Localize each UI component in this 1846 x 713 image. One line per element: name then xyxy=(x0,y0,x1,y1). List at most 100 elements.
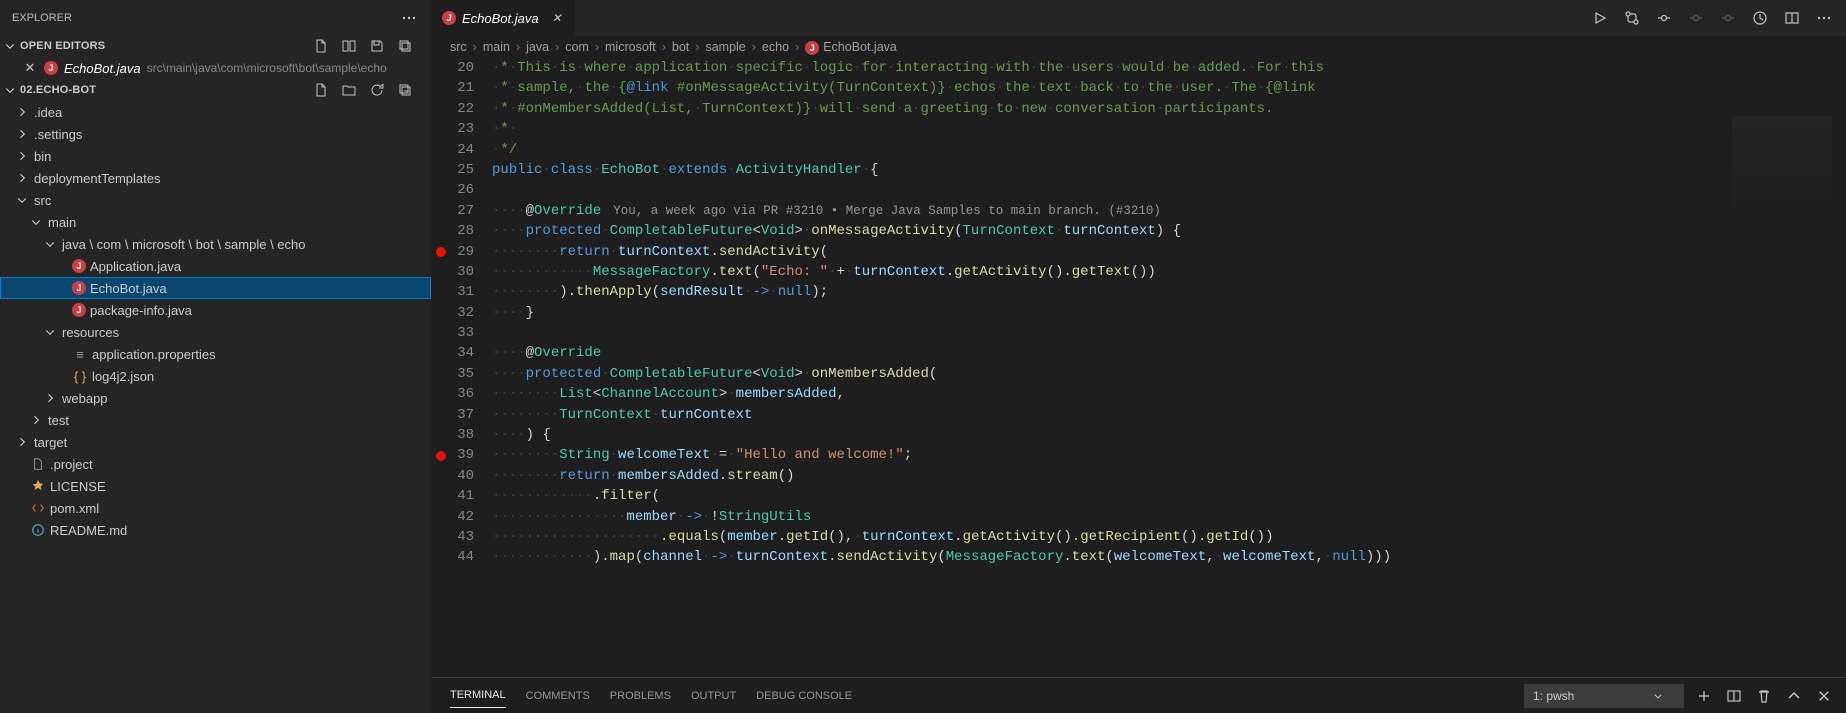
line-number[interactable]: 42 xyxy=(432,507,474,527)
split-editor-icon[interactable] xyxy=(1782,8,1802,28)
collapse-all-icon[interactable] xyxy=(395,80,415,100)
new-file-icon[interactable] xyxy=(311,36,331,56)
file-log4j2-json[interactable]: { }log4j2.json xyxy=(0,365,431,387)
folder-deploymenttemplates[interactable]: deploymentTemplates xyxy=(0,167,431,189)
save-all-icon[interactable] xyxy=(367,36,387,56)
panel-tab-debug-console[interactable]: DEBUG CONSOLE xyxy=(756,684,852,708)
line-number[interactable]: 36 xyxy=(432,384,474,404)
line-number[interactable]: 24 xyxy=(432,140,474,160)
terminal-selector[interactable]: 1: pwsh xyxy=(1524,684,1684,708)
panel-tab-problems[interactable]: PROBLEMS xyxy=(610,684,671,708)
line-number[interactable]: 33 xyxy=(432,323,474,343)
folder-test[interactable]: test xyxy=(0,409,431,431)
code-line[interactable]: ········return·membersAdded.stream() xyxy=(492,466,1846,486)
breadcrumb-segment[interactable]: sample xyxy=(705,40,745,54)
breadcrumb-segment[interactable]: JEchoBot.java xyxy=(805,40,897,55)
file-echobot-java[interactable]: JEchoBot.java xyxy=(0,277,431,299)
code-line[interactable]: ····protected·CompletableFuture<Void>·on… xyxy=(492,221,1846,241)
code-line[interactable]: ········List<ChannelAccount>·membersAdde… xyxy=(492,384,1846,404)
file-license[interactable]: LICENSE xyxy=(0,475,431,497)
explorer-more-icon[interactable] xyxy=(399,8,419,28)
file-application-java[interactable]: JApplication.java xyxy=(0,255,431,277)
more-icon[interactable] xyxy=(1814,8,1834,28)
line-number[interactable]: 27 xyxy=(432,201,474,221)
folder-bin[interactable]: bin xyxy=(0,145,431,167)
editor-code[interactable]: ·*·This·is·where·application·specific·lo… xyxy=(492,58,1846,677)
line-number[interactable]: 32 xyxy=(432,303,474,323)
line-number[interactable]: 22 xyxy=(432,99,474,119)
refresh-icon[interactable] xyxy=(367,80,387,100)
file-pom-xml[interactable]: pom.xml xyxy=(0,497,431,519)
line-number[interactable]: 43 xyxy=(432,527,474,547)
code-line[interactable]: ·*·sample,·the·{@link #onMessageActivity… xyxy=(492,78,1846,98)
next-change-icon[interactable] xyxy=(1718,8,1738,28)
java-ext-icon[interactable] xyxy=(1750,8,1770,28)
line-number[interactable]: 26 xyxy=(432,180,474,200)
code-line[interactable]: ············MessageFactory.text("Echo: "… xyxy=(492,262,1846,282)
code-line[interactable]: ················member·->·!StringUtils xyxy=(492,507,1846,527)
folder-resources[interactable]: resources xyxy=(0,321,431,343)
code-line[interactable]: ····@Override xyxy=(492,343,1846,363)
breadcrumb-segment[interactable]: bot xyxy=(672,40,689,54)
close-icon[interactable]: ✕ xyxy=(549,11,565,25)
line-number[interactable]: 37 xyxy=(432,405,474,425)
breakpoint-icon[interactable] xyxy=(436,247,446,257)
folder-java-com-microsoft-bot-sample-echo[interactable]: java \ com \ microsoft \ bot \ sample \ … xyxy=(0,233,431,255)
open-editor-item[interactable]: ✕ J EchoBot.java src\main\java\com\micro… xyxy=(0,57,431,79)
project-header[interactable]: 02.ECHO-BOT xyxy=(0,79,431,101)
new-file-icon[interactable] xyxy=(311,80,331,100)
open-editors-header[interactable]: OPEN EDITORS xyxy=(0,35,431,57)
code-line[interactable]: ····@OverrideYou, a week ago via PR #321… xyxy=(492,201,1846,221)
breadcrumb-segment[interactable]: microsoft xyxy=(605,40,656,54)
split-terminal-icon[interactable] xyxy=(1724,686,1744,706)
file--project[interactable]: .project xyxy=(0,453,431,475)
code-editor[interactable]: 2021222324252627282930313233343536373839… xyxy=(432,58,1846,677)
maximize-panel-icon[interactable] xyxy=(1784,686,1804,706)
line-number[interactable]: 25 xyxy=(432,160,474,180)
folder-main[interactable]: main xyxy=(0,211,431,233)
code-line[interactable] xyxy=(492,323,1846,343)
new-terminal-icon[interactable] xyxy=(1694,686,1714,706)
folder-src[interactable]: src xyxy=(0,189,431,211)
close-all-icon[interactable] xyxy=(395,36,415,56)
line-number[interactable]: 28 xyxy=(432,221,474,241)
folder--settings[interactable]: .settings xyxy=(0,123,431,145)
breadcrumb-segment[interactable]: com xyxy=(565,40,589,54)
code-line[interactable]: ····} xyxy=(492,303,1846,323)
folder-target[interactable]: target xyxy=(0,431,431,453)
line-number[interactable]: 38 xyxy=(432,425,474,445)
line-number[interactable]: 40 xyxy=(432,466,474,486)
prev-change-icon[interactable] xyxy=(1686,8,1706,28)
code-line[interactable]: ········).thenApply(sendResult·->·null); xyxy=(492,282,1846,302)
tab-echobot[interactable]: J EchoBot.java ✕ xyxy=(432,0,576,36)
close-panel-icon[interactable] xyxy=(1814,686,1834,706)
breadcrumb-segment[interactable]: main xyxy=(483,40,510,54)
code-line[interactable]: ·*/ xyxy=(492,140,1846,160)
breakpoint-icon[interactable] xyxy=(436,451,446,461)
folder-webapp[interactable]: webapp xyxy=(0,387,431,409)
file-readme-md[interactable]: README.md xyxy=(0,519,431,541)
code-line[interactable]: ·*·#onMembersAdded(List,·TurnContext)}·w… xyxy=(492,99,1846,119)
line-number[interactable]: 41 xyxy=(432,486,474,506)
code-line[interactable]: ········TurnContext·turnContext xyxy=(492,405,1846,425)
code-line[interactable]: ········String·welcomeText·=·"Hello and … xyxy=(492,445,1846,465)
line-number[interactable]: 35 xyxy=(432,364,474,384)
code-line[interactable]: ············).map(channel·->·turnContext… xyxy=(492,547,1846,567)
code-line[interactable]: ·*· xyxy=(492,119,1846,139)
line-number[interactable]: 39 xyxy=(432,445,474,465)
line-number[interactable]: 29 xyxy=(432,242,474,262)
code-line[interactable]: ····) { xyxy=(492,425,1846,445)
code-line[interactable] xyxy=(492,180,1846,200)
code-line[interactable]: ·*·This·is·where·application·specific·lo… xyxy=(492,58,1846,78)
breadcrumb[interactable]: src›main›java›com›microsoft›bot›sample›e… xyxy=(432,36,1846,58)
file-package-info-java[interactable]: Jpackage-info.java xyxy=(0,299,431,321)
code-line[interactable]: public·class·EchoBot·extends·ActivityHan… xyxy=(492,160,1846,180)
panel-tab-output[interactable]: OUTPUT xyxy=(691,684,736,708)
close-icon[interactable]: ✕ xyxy=(22,60,38,76)
breadcrumb-segment[interactable]: echo xyxy=(762,40,789,54)
run-icon[interactable] xyxy=(1590,8,1610,28)
git-commit-icon[interactable] xyxy=(1654,8,1674,28)
breadcrumb-segment[interactable]: src xyxy=(450,40,467,54)
line-number[interactable]: 31 xyxy=(432,282,474,302)
codelens-annotation[interactable]: You, a week ago via PR #3210 • Merge Jav… xyxy=(601,204,1161,218)
